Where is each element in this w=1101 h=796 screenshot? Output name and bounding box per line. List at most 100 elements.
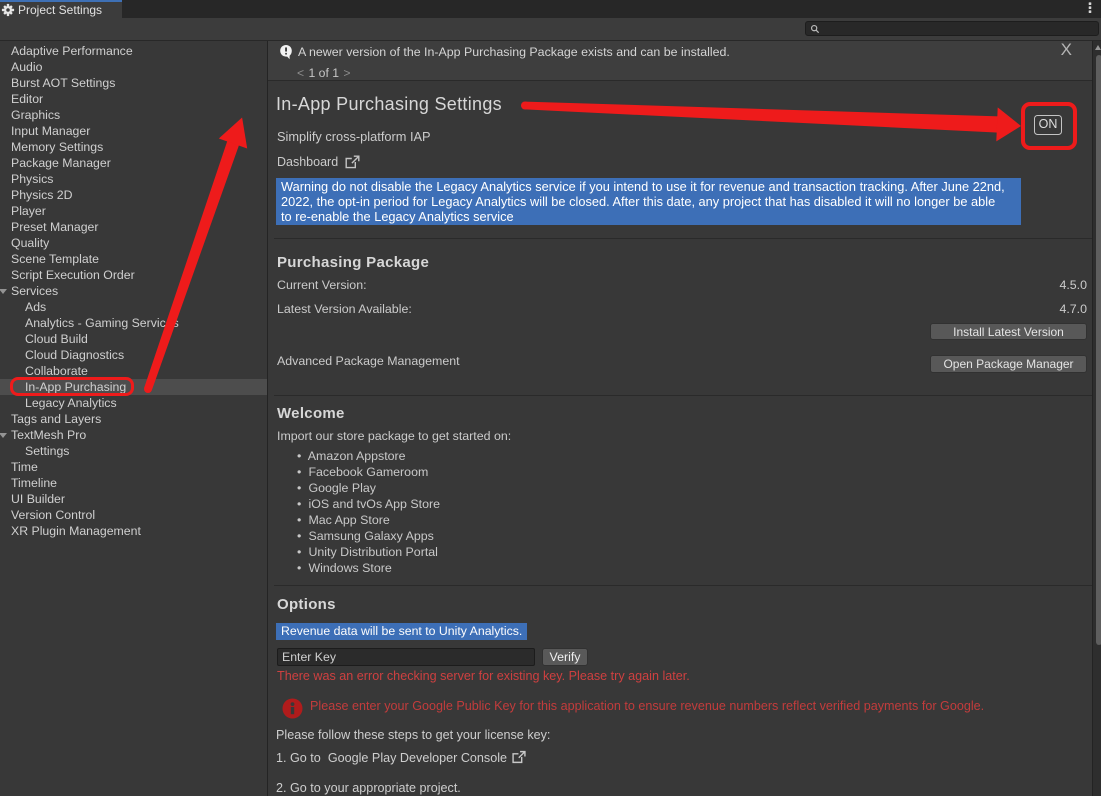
license-steps-intro: Please follow these steps to get your li… — [276, 728, 550, 742]
sidebar-item[interactable]: Player — [0, 203, 267, 219]
foldout-caret-icon[interactable] — [0, 289, 7, 294]
sidebar-item[interactable]: Cloud Build — [0, 331, 267, 347]
sidebar-item[interactable]: In-App Purchasing — [0, 379, 267, 395]
sidebar-item[interactable]: Legacy Analytics — [0, 395, 267, 411]
store-list-item: • Samsung Galaxy Apps — [297, 528, 440, 544]
store-list-item: • Unity Distribution Portal — [297, 544, 440, 560]
sidebar-item[interactable]: Preset Manager — [0, 219, 267, 235]
notification-text: A newer version of the In-App Purchasing… — [298, 45, 730, 59]
tab-title: Project Settings — [18, 3, 102, 17]
sidebar-item[interactable]: TextMesh Pro — [0, 427, 267, 443]
sidebar-item[interactable]: Memory Settings — [0, 139, 267, 155]
scrollbar-thumb[interactable] — [1096, 55, 1101, 645]
pager-prev-button[interactable]: < — [297, 66, 304, 80]
sidebar-item[interactable]: Physics — [0, 171, 267, 187]
legacy-analytics-warning: Warning do not disable the Legacy Analyt… — [276, 178, 1021, 225]
notification-close-button[interactable]: X — [1061, 40, 1072, 60]
toolbar — [0, 18, 1101, 41]
license-step-1: 1. Go to Google Play Developer Console — [276, 751, 527, 765]
sidebar-item[interactable]: Quality — [0, 235, 267, 251]
sidebar-item[interactable]: Version Control — [0, 507, 267, 523]
foldout-caret-icon[interactable] — [0, 433, 7, 438]
settings-category-list: Adaptive Performance Audio Burst AOT Set… — [0, 41, 267, 796]
sidebar-item[interactable]: Services — [0, 283, 267, 299]
store-list-item: • Amazon Appstore — [297, 448, 440, 464]
sidebar-item[interactable]: Settings — [0, 443, 267, 459]
bullet-icon: • — [297, 480, 305, 496]
welcome-heading: Welcome — [277, 405, 345, 422]
sidebar-item[interactable]: Timeline — [0, 475, 267, 491]
simplify-iap-label: Simplify cross-platform IAP — [277, 129, 431, 144]
sidebar-item[interactable]: Editor — [0, 91, 267, 107]
store-list-item: • iOS and tvOs App Store — [297, 496, 440, 512]
sidebar-item[interactable]: Ads — [0, 299, 267, 315]
license-step-2: 2. Go to your appropriate project. — [276, 781, 461, 795]
bullet-icon: • — [297, 448, 305, 464]
sidebar-item[interactable]: XR Plugin Management — [0, 523, 267, 539]
sidebar-item[interactable]: Scene Template — [0, 251, 267, 267]
sidebar-item[interactable]: Graphics — [0, 107, 267, 123]
tab-project-settings[interactable]: Project Settings — [0, 0, 122, 18]
sidebar-item[interactable]: Physics 2D — [0, 187, 267, 203]
step1-prefix: 1. Go to — [276, 751, 321, 765]
welcome-intro: Import our store package to get started … — [277, 429, 511, 443]
verify-button[interactable]: Verify — [542, 648, 588, 666]
section-divider — [274, 238, 1092, 239]
notification-bar: A newer version of the In-App Purchasing… — [268, 41, 1092, 81]
search-input[interactable] — [820, 23, 1090, 35]
sidebar-item[interactable]: Tags and Layers — [0, 411, 267, 427]
store-list-item: • Mac App Store — [297, 512, 440, 528]
sidebar-item[interactable]: Analytics - Gaming Services — [0, 315, 267, 331]
bullet-icon: • — [297, 496, 305, 512]
current-version-label: Current Version: — [277, 278, 367, 292]
scrollbar[interactable] — [1092, 41, 1101, 796]
tab-bar: Project Settings — [0, 0, 1101, 18]
bullet-icon: • — [297, 528, 305, 544]
console-message-icon — [279, 44, 293, 60]
sidebar-item[interactable]: Burst AOT Settings — [0, 75, 267, 91]
analytics-revenue-notice: Revenue data will be sent to Unity Analy… — [276, 623, 527, 640]
annotation-box-on — [1021, 102, 1077, 150]
store-list-item: • Facebook Gameroom — [297, 464, 440, 480]
store-list-item: • Google Play — [297, 480, 440, 496]
sidebar-item[interactable]: Script Execution Order — [0, 267, 267, 283]
google-key-input[interactable] — [277, 648, 535, 666]
store-list: • Amazon Appstore • Facebook Gameroom • … — [297, 448, 440, 576]
open-package-manager-button[interactable]: Open Package Manager — [930, 355, 1087, 373]
purchasing-package-heading: Purchasing Package — [277, 254, 429, 271]
bullet-icon: • — [297, 544, 305, 560]
sidebar-item[interactable]: Time — [0, 459, 267, 475]
sidebar-item[interactable]: Cloud Diagnostics — [0, 347, 267, 363]
latest-version-value: 4.7.0 — [1059, 302, 1087, 316]
pager-next-button[interactable]: > — [343, 66, 350, 80]
scrollbar-up-arrow-icon[interactable] — [1095, 45, 1101, 50]
section-divider — [274, 395, 1092, 396]
google-play-console-link[interactable]: Google Play Developer Console — [328, 751, 507, 765]
server-error-text: There was an error checking server for e… — [277, 669, 690, 683]
pager-label: 1 of 1 — [309, 66, 340, 80]
sidebar-item[interactable]: Audio — [0, 59, 267, 75]
sidebar-item[interactable]: Adaptive Performance — [0, 43, 267, 59]
sidebar-item[interactable]: Package Manager — [0, 155, 267, 171]
error-info-icon — [282, 698, 303, 719]
external-link-icon — [345, 155, 360, 169]
bullet-icon: • — [297, 560, 305, 576]
dashboard-label: Dashboard — [277, 155, 338, 169]
main-panel: A newer version of the In-App Purchasing… — [268, 41, 1092, 796]
search-icon — [810, 24, 820, 34]
advanced-package-management-label: Advanced Package Management — [277, 354, 460, 368]
current-version-value: 4.5.0 — [1059, 278, 1087, 292]
kebab-menu-icon[interactable] — [1086, 2, 1094, 15]
gear-icon — [1, 3, 15, 17]
sidebar-item[interactable]: Collaborate — [0, 363, 267, 379]
bullet-icon: • — [297, 512, 305, 528]
external-link-icon — [511, 750, 527, 764]
section-divider — [274, 585, 1092, 586]
latest-version-label: Latest Version Available: — [277, 302, 412, 316]
sidebar-item[interactable]: UI Builder — [0, 491, 267, 507]
sidebar-item[interactable]: Input Manager — [0, 123, 267, 139]
install-latest-version-button[interactable]: Install Latest Version — [930, 323, 1087, 340]
search-box[interactable] — [805, 21, 1099, 36]
dashboard-link[interactable]: Dashboard — [277, 154, 360, 169]
notification-pager: < 1 of 1 > — [297, 66, 352, 80]
